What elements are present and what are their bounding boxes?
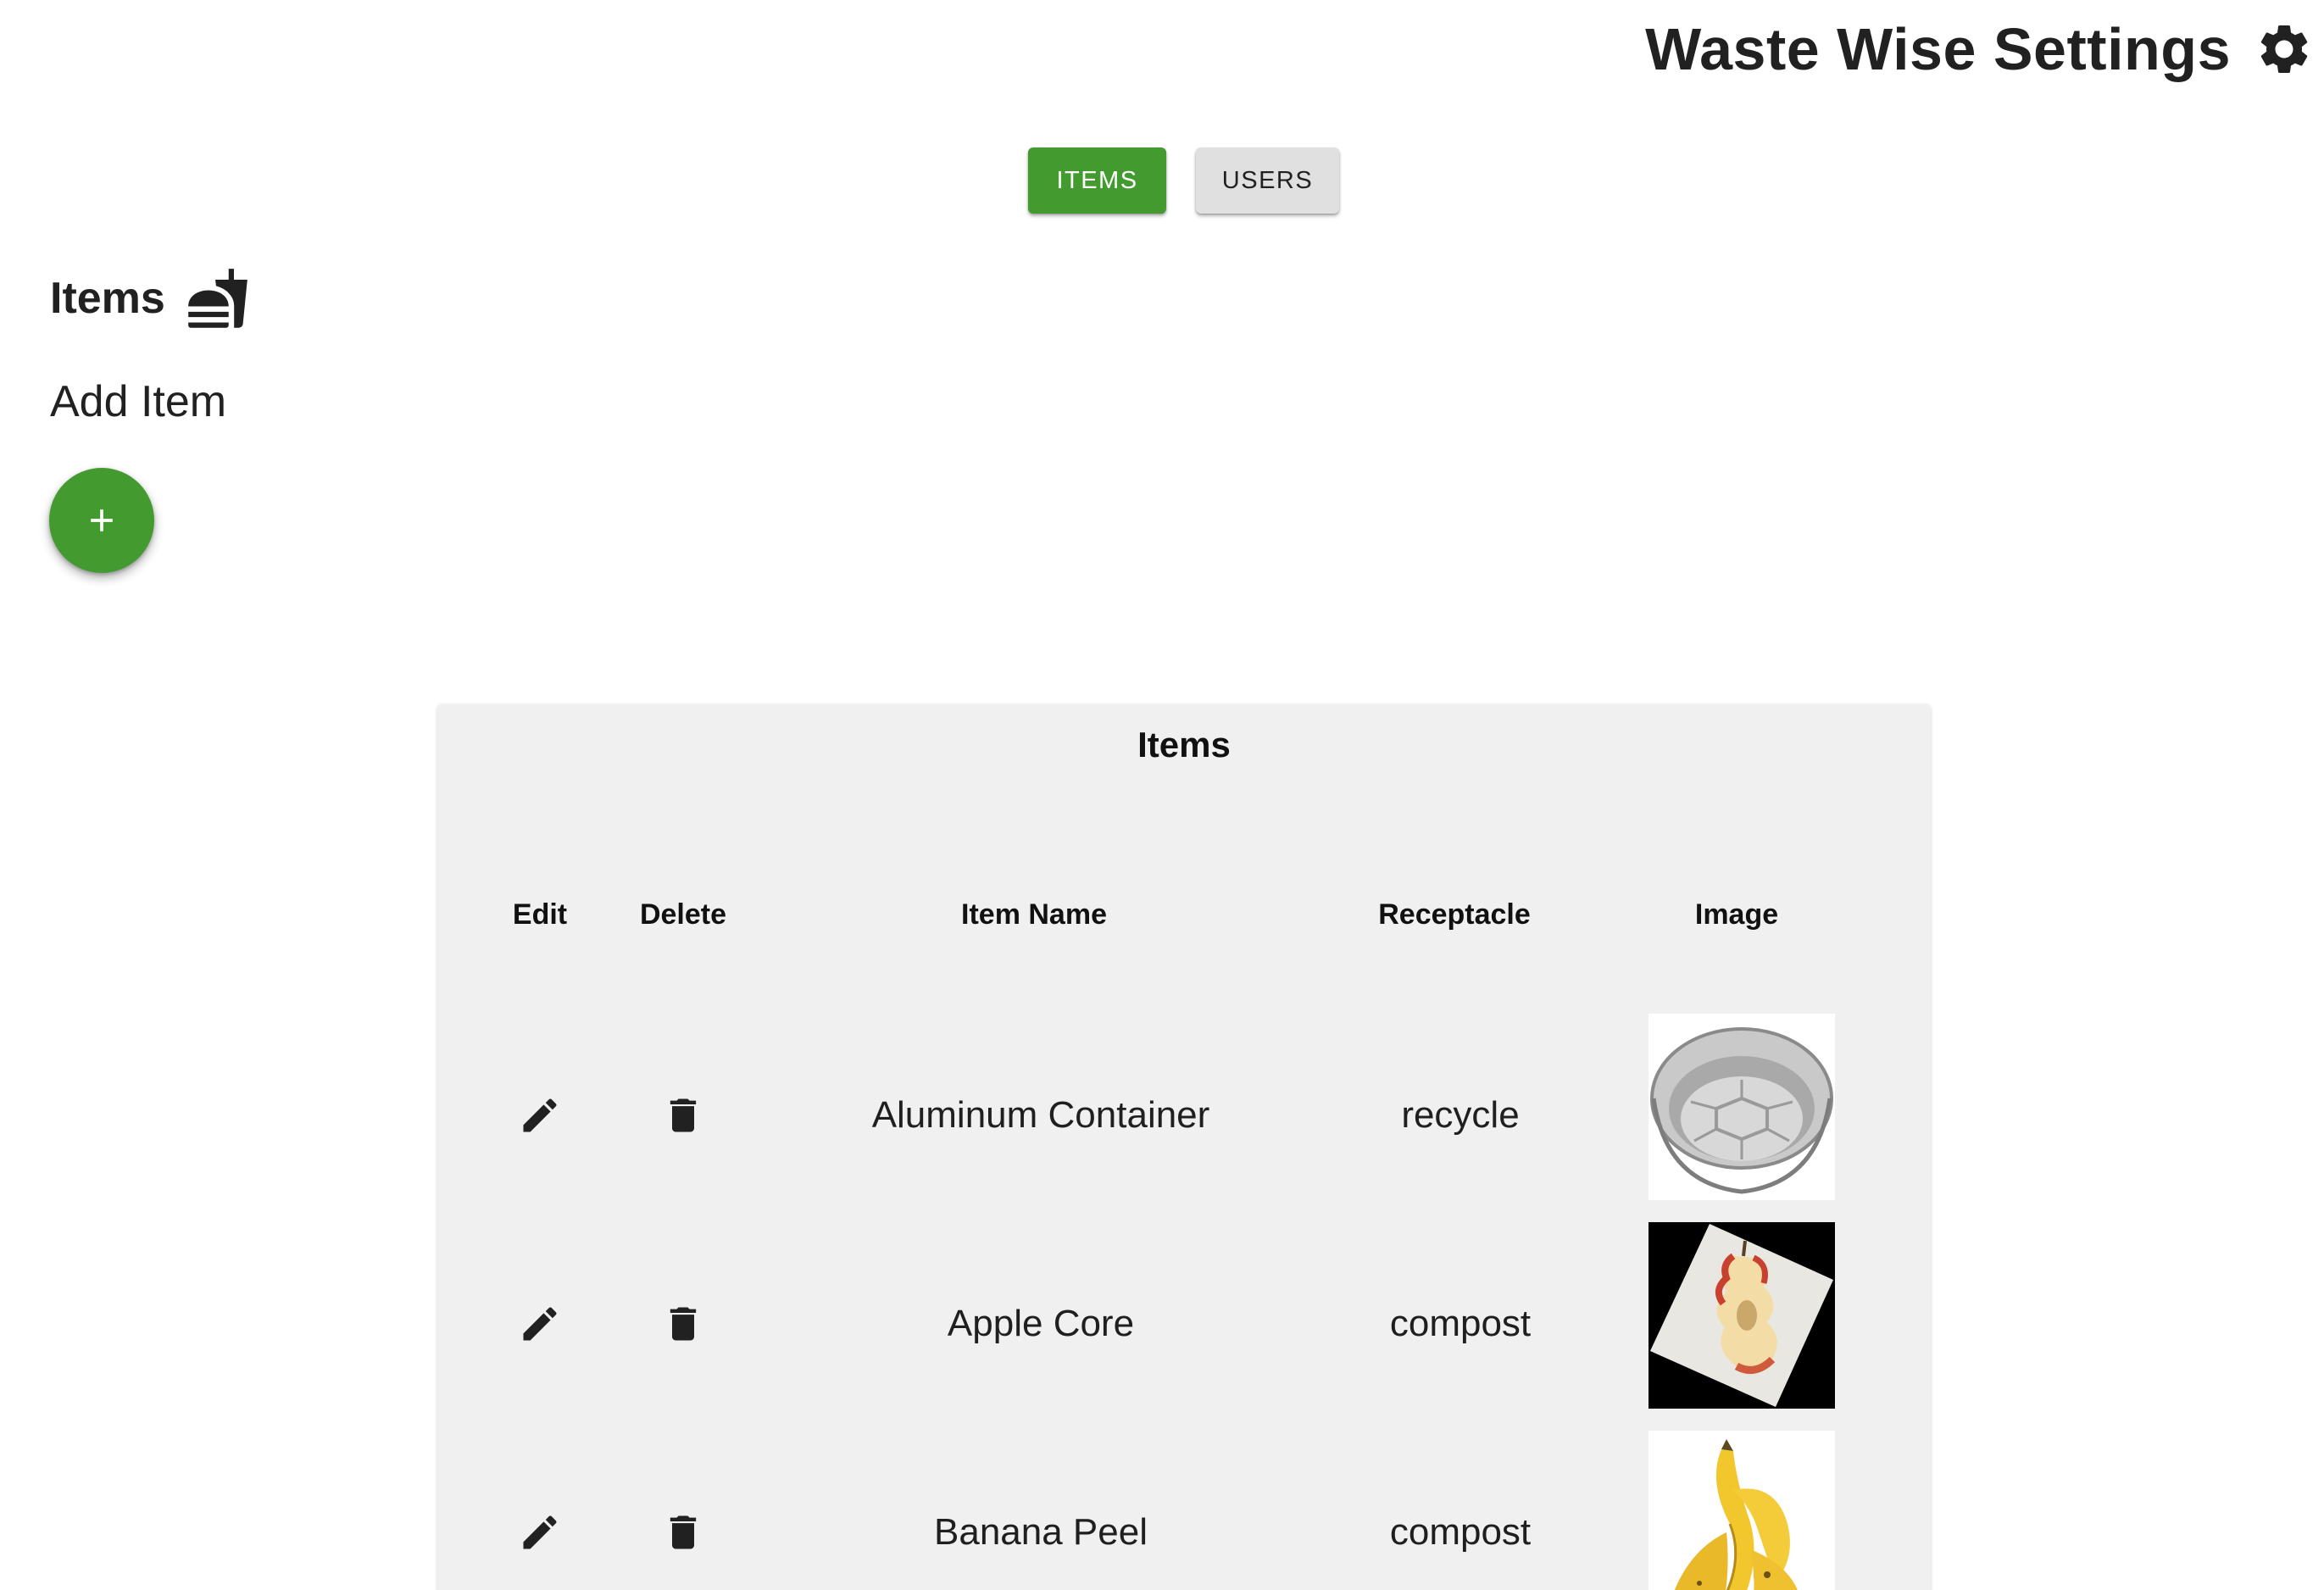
items-table-card: Items Edit Delete Item Name Receptacle I…: [437, 704, 1931, 1590]
section-title: Items: [50, 274, 165, 323]
aluminum-container-image: [1648, 1014, 1835, 1200]
items-section-heading: Items: [50, 266, 250, 331]
delete-icon[interactable]: [661, 1510, 705, 1554]
column-header-edit: Edit: [512, 898, 568, 931]
item-name-cell: Apple Core: [947, 1303, 1135, 1344]
table-row: Aluminum Container recycle: [437, 1014, 1931, 1200]
banana-peel-image: [1648, 1431, 1835, 1590]
receptacle-cell: compost: [1389, 1303, 1532, 1344]
column-header-image: Image: [1694, 898, 1779, 931]
delete-icon[interactable]: [661, 1093, 705, 1137]
edit-icon[interactable]: [518, 1302, 562, 1346]
add-item-label: Add Item: [50, 377, 227, 426]
app-header: Waste Wise Settings: [1645, 15, 2314, 83]
edit-icon[interactable]: [518, 1093, 562, 1137]
receptacle-cell: compost: [1389, 1511, 1532, 1553]
edit-icon[interactable]: [518, 1510, 562, 1554]
item-name-cell: Banana Peel: [934, 1511, 1148, 1553]
item-name-cell: Aluminum Container: [871, 1094, 1210, 1136]
add-item-button[interactable]: [49, 468, 154, 573]
plus-icon: [83, 502, 120, 539]
receptacle-cell: recycle: [1401, 1094, 1520, 1136]
tab-bar: ITEMS USERS: [1028, 147, 1339, 214]
table-row: Banana Peel compost: [437, 1431, 1931, 1590]
tab-users[interactable]: USERS: [1196, 147, 1339, 214]
apple-core-image: [1648, 1222, 1835, 1409]
gear-icon[interactable]: [2255, 19, 2314, 79]
table-row: Apple Core compost: [437, 1222, 1931, 1409]
column-header-item-name: Item Name: [961, 898, 1107, 931]
fastfood-icon: [186, 266, 250, 331]
page: Waste Wise Settings ITEMS USERS Items Ad…: [0, 0, 2324, 1590]
column-header-delete: Delete: [639, 898, 727, 931]
page-title: Waste Wise Settings: [1645, 16, 2231, 82]
tab-items[interactable]: ITEMS: [1028, 147, 1166, 214]
delete-icon[interactable]: [661, 1302, 705, 1346]
column-header-receptacle: Receptacle: [1378, 898, 1531, 931]
table-title: Items: [1137, 725, 1231, 764]
